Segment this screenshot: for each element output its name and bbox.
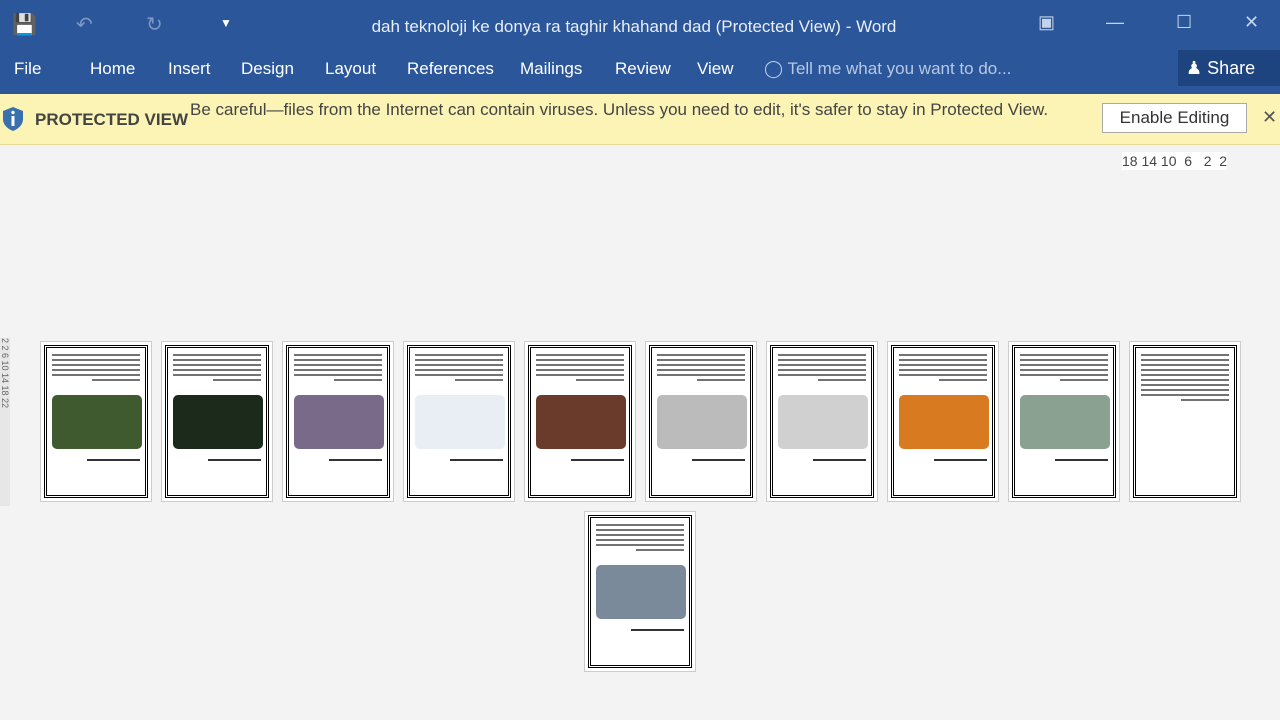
enable-editing-button[interactable]: Enable Editing <box>1102 103 1247 133</box>
ribbon-display-icon[interactable]: ▣ <box>1038 12 1055 33</box>
page-image <box>415 395 505 449</box>
tab-layout[interactable]: Layout <box>325 59 376 79</box>
page-thumbnail[interactable] <box>645 341 757 502</box>
protected-view-message: Be careful—files from the Internet can c… <box>190 100 1049 119</box>
minimize-icon[interactable]: — <box>1106 12 1124 33</box>
page-image <box>52 395 142 449</box>
protected-view-bar: PROTECTED VIEW Be careful—files from the… <box>0 94 1280 145</box>
page-image <box>596 565 686 619</box>
page-image <box>1020 395 1110 449</box>
window-title: dah teknoloji ke donya ra taghir khahand… <box>371 17 897 36</box>
close-icon[interactable]: ✕ <box>1244 12 1259 33</box>
horizontal-ruler[interactable]: 18 14 10 6 2 2 <box>1122 152 1228 170</box>
page-thumbnail[interactable] <box>887 341 999 502</box>
lightbulb-icon: ◯ <box>764 59 788 78</box>
tab-view[interactable]: View <box>697 59 734 79</box>
ribbon-tabs: File Home Insert Design Layout Reference… <box>0 50 1280 94</box>
page-thumbnail[interactable] <box>584 511 696 672</box>
page-thumbnail[interactable] <box>282 341 394 502</box>
page-image <box>294 395 384 449</box>
close-bar-icon[interactable]: ✕ <box>1262 107 1277 128</box>
page-image <box>173 395 263 449</box>
tell-me-text: Tell me what you want to do... <box>787 59 1012 78</box>
page-thumbnail[interactable] <box>403 341 515 502</box>
tab-references[interactable]: References <box>407 59 494 79</box>
protected-view-label: PROTECTED VIEW <box>35 110 189 129</box>
person-add-icon: ♟ <box>1186 58 1208 78</box>
page-thumbnail[interactable] <box>161 341 273 502</box>
page-thumbnail[interactable] <box>766 341 878 502</box>
page-image <box>778 395 868 449</box>
page-thumbnail[interactable] <box>40 341 152 502</box>
page-image <box>536 395 626 449</box>
shield-info-icon <box>3 107 23 131</box>
tab-insert[interactable]: Insert <box>168 59 211 79</box>
page-thumbnail[interactable] <box>1129 341 1241 502</box>
tell-me-search[interactable]: ◯ Tell me what you want to do... <box>764 59 1011 79</box>
tab-design[interactable]: Design <box>241 59 294 79</box>
share-label: Share <box>1207 58 1256 78</box>
vertical-ruler[interactable]: 2 2 6 10 14 18 22 <box>0 338 10 506</box>
tab-mailings[interactable]: Mailings <box>520 59 582 79</box>
tab-home[interactable]: Home <box>90 59 135 79</box>
page-image <box>657 395 747 449</box>
tab-review[interactable]: Review <box>615 59 671 79</box>
tab-file[interactable]: File <box>14 59 41 79</box>
page-thumbnail[interactable] <box>1008 341 1120 502</box>
share-button[interactable]: ♟ Share <box>1178 50 1280 86</box>
title-bar: 💾 ↶ ↻ ▼ dah teknoloji ke donya ra taghir… <box>0 0 1280 50</box>
page-image <box>899 395 989 449</box>
maximize-icon[interactable]: ☐ <box>1176 12 1192 33</box>
page-thumbnail[interactable] <box>524 341 636 502</box>
